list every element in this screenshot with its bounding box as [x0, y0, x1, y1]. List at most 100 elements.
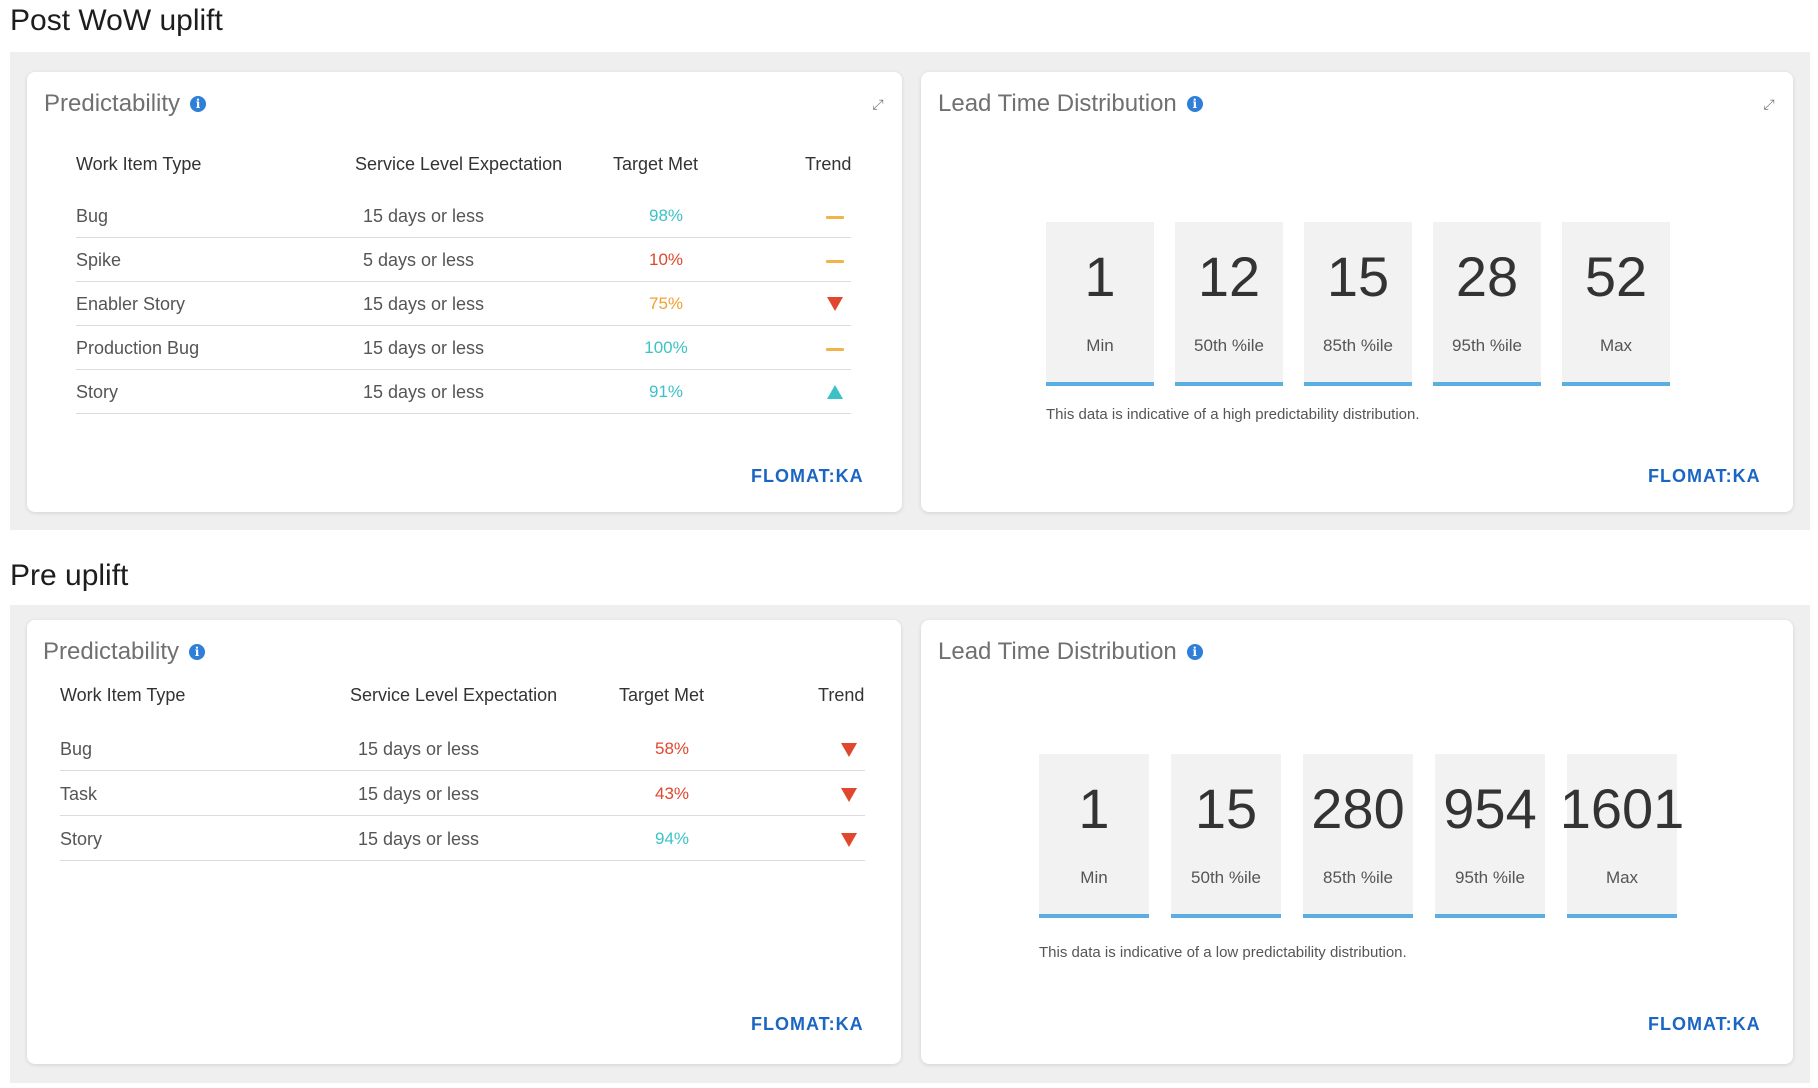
lead-time-card: Lead Time Distribution i 1 Min 15 50th %…: [921, 620, 1793, 1064]
row-sle: 5 days or less: [363, 250, 475, 270]
column-header-trend[interactable]: Trend: [805, 154, 851, 175]
stat-label: 50th %ile: [1194, 336, 1264, 355]
card-title: Lead Time Distribution i: [938, 638, 1203, 666]
row-work-item-type: Spike: [76, 250, 122, 270]
row-work-item-type: Production Bug: [76, 338, 200, 358]
stat-label: 85th %ile: [1323, 868, 1393, 887]
stat-value: 1: [1084, 245, 1116, 308]
column-header-trend[interactable]: Trend: [818, 685, 864, 706]
stat-value: 52: [1584, 245, 1648, 308]
row-divider: [60, 770, 865, 771]
row-target-met: 98%: [648, 206, 684, 225]
stat-value: 1601: [1559, 777, 1685, 840]
row-target-met: 100%: [644, 338, 688, 357]
row-work-item-type: Bug: [76, 206, 109, 226]
stat-label: Min: [1086, 336, 1114, 355]
trend-down-icon: [841, 833, 857, 847]
stat-value: 954: [1443, 777, 1537, 840]
stat-value: 1: [1078, 777, 1110, 840]
stat-label: 95th %ile: [1452, 336, 1522, 355]
row-target-met: 75%: [648, 294, 684, 313]
stat-tile-min: 1 Min: [1039, 754, 1149, 918]
stat-tile-min: 1 Min: [1046, 222, 1154, 386]
stat-label: Max: [1599, 336, 1633, 355]
trend-down-icon: [841, 788, 857, 802]
column-header-sle[interactable]: Service Level Expectation: [350, 685, 557, 706]
row-divider: [76, 281, 851, 282]
row-work-item-type: Enabler Story: [76, 294, 186, 314]
card-title-text: Predictability: [43, 638, 180, 665]
info-icon[interactable]: i: [1186, 96, 1203, 112]
row-sle: 15 days or less: [363, 382, 485, 402]
card-title: Lead Time Distribution i: [938, 90, 1203, 118]
row-divider: [60, 860, 865, 861]
stat-tile-95th: 28 95th %ile: [1433, 222, 1541, 386]
stat-tile-85th: 15 85th %ile: [1304, 222, 1412, 386]
section-title: Pre uplift: [10, 559, 129, 592]
expand-icon[interactable]: ⤢: [1761, 96, 1777, 112]
stat-tile-85th: 280 85th %ile: [1303, 754, 1413, 918]
predictability-card: Predictability i Work Item Type Service …: [27, 620, 901, 1064]
info-icon[interactable]: i: [189, 644, 206, 660]
lead-time-card: Lead Time Distribution i ⤢ 1 Min 12 50th…: [921, 72, 1793, 512]
distribution-note: This data is indicative of a low predict…: [1039, 944, 1407, 961]
flomatika-logo: FLOMAT:KA: [1648, 466, 1761, 486]
trend-down-icon: [827, 297, 843, 311]
row-target-met: 91%: [648, 382, 684, 401]
stat-label: Min: [1080, 868, 1108, 887]
stat-tile-50th: 15 50th %ile: [1171, 754, 1281, 918]
card-title-text: Lead Time Distribution: [938, 90, 1177, 117]
column-header-sle[interactable]: Service Level Expectation: [355, 154, 562, 175]
row-target-met: 10%: [648, 250, 684, 269]
stat-value: 12: [1197, 245, 1261, 308]
row-divider: [60, 815, 865, 816]
row-sle: 15 days or less: [358, 784, 480, 804]
card-title-text: Lead Time Distribution: [938, 638, 1177, 665]
stat-label: 50th %ile: [1191, 868, 1261, 887]
expand-icon[interactable]: ⤢: [870, 96, 886, 112]
predictability-card: Predictability i ⤢ Work Item Type Servic…: [27, 72, 902, 512]
column-header-work-item-type[interactable]: Work Item Type: [60, 685, 185, 706]
stat-value: 28: [1455, 245, 1519, 308]
stat-label: Max: [1605, 868, 1639, 887]
row-divider: [76, 369, 851, 370]
flomatika-logo: FLOMAT:KA: [751, 1014, 864, 1034]
card-title-text: Predictability: [44, 90, 181, 117]
row-sle: 15 days or less: [358, 739, 480, 759]
stat-value: 280: [1311, 777, 1405, 840]
row-divider: [76, 237, 851, 238]
stat-label: 85th %ile: [1323, 336, 1393, 355]
info-icon[interactable]: i: [190, 96, 207, 112]
row-target-met: 94%: [654, 829, 690, 848]
info-icon[interactable]: i: [1186, 644, 1203, 660]
column-header-target-met[interactable]: Target Met: [613, 154, 698, 175]
row-sle: 15 days or less: [363, 338, 485, 358]
trend-flat-icon: [826, 260, 844, 263]
card-title: Predictability i: [43, 638, 206, 666]
row-target-met: 43%: [654, 784, 690, 803]
stat-tile-50th: 12 50th %ile: [1175, 222, 1283, 386]
row-sle: 15 days or less: [358, 829, 480, 849]
row-work-item-type: Bug: [60, 739, 93, 759]
row-work-item-type: Story: [60, 829, 103, 849]
trend-flat-icon: [826, 216, 844, 219]
row-work-item-type: Task: [60, 784, 98, 804]
flomatika-logo: FLOMAT:KA: [751, 466, 864, 486]
row-target-met: 58%: [654, 739, 690, 758]
column-header-work-item-type[interactable]: Work Item Type: [76, 154, 201, 175]
stat-tile-max: 52 Max: [1562, 222, 1670, 386]
row-sle: 15 days or less: [363, 294, 485, 314]
stat-value: 15: [1326, 245, 1390, 308]
section-title: Post WoW uplift: [10, 4, 223, 37]
stat-label: 95th %ile: [1455, 868, 1525, 887]
stat-tile-max: 1601 Max: [1560, 754, 1684, 918]
column-header-target-met[interactable]: Target Met: [619, 685, 704, 706]
row-divider: [76, 413, 851, 414]
stat-tile-95th: 954 95th %ile: [1435, 754, 1545, 918]
trend-up-icon: [827, 385, 843, 399]
trend-down-icon: [841, 743, 857, 757]
stat-value: 15: [1194, 777, 1258, 840]
row-sle: 15 days or less: [363, 206, 485, 226]
row-divider: [76, 325, 851, 326]
flomatika-logo: FLOMAT:KA: [1648, 1014, 1761, 1034]
